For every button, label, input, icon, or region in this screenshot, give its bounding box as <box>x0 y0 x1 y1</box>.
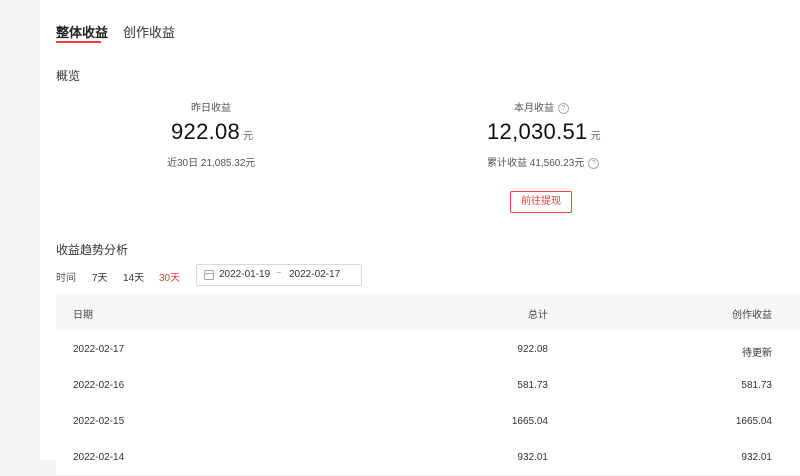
yesterday-amount: 922.08 <box>171 119 241 144</box>
month-value: 12,030.51 元 <box>487 119 601 145</box>
date-separator: ~ <box>276 268 282 279</box>
month-unit: 元 <box>590 131 601 142</box>
table-row: 2022-02-14 932.01 932.01 <box>56 439 800 476</box>
total-earnings-text: 累计收益 41,560.23元 <box>487 158 585 169</box>
yesterday-unit: 元 <box>243 131 254 142</box>
table-row: 2022-02-16 581.73 581.73 <box>56 367 800 404</box>
row-total: 932.01 <box>517 452 548 463</box>
row-total: 922.08 <box>517 344 548 355</box>
trend-title: 收益趋势分析 <box>56 243 129 257</box>
start-date[interactable]: 2022-01-19 <box>219 269 270 280</box>
yesterday-label: 昨日收益 <box>191 103 231 114</box>
month-amount: 12,030.51 <box>487 119 588 144</box>
range-14-days[interactable]: 14天 <box>123 269 144 284</box>
tab-creation-earnings[interactable]: 创作收益 <box>123 22 175 41</box>
range-30-days[interactable]: 30天 <box>159 269 180 284</box>
yesterday-value: 922.08 元 <box>171 119 253 145</box>
end-date[interactable]: 2022-02-17 <box>289 269 340 280</box>
range-7-days[interactable]: 7天 <box>92 269 108 284</box>
month-label: 本月收益? <box>514 99 569 114</box>
row-total: 1665.04 <box>511 416 548 427</box>
tab-overall-earnings[interactable]: 整体收益 <box>56 22 108 41</box>
active-tab-indicator <box>56 41 101 43</box>
help-icon[interactable]: ? <box>588 158 600 169</box>
last-30-days-earnings: 近30日 21,085.32元 <box>167 158 256 169</box>
row-date: 2022-02-15 <box>73 416 125 427</box>
column-date: 日期 <box>73 310 93 321</box>
row-creation-earnings: 932.01 <box>741 452 772 463</box>
calendar-icon <box>204 270 214 280</box>
range-label: 时间 <box>56 273 76 284</box>
help-icon[interactable]: ? <box>558 103 569 114</box>
row-date: 2022-02-16 <box>73 380 125 391</box>
overview-title: 概览 <box>56 69 81 83</box>
total-earnings: 累计收益 41,560.23元? <box>487 154 600 169</box>
row-creation-earnings: 581.73 <box>741 380 772 391</box>
row-creation-earnings: 1665.04 <box>735 416 772 427</box>
month-label-text: 本月收益 <box>514 103 554 114</box>
row-creation-earnings: 待更新 <box>742 348 772 359</box>
date-range-picker[interactable]: 2022-01-19 ~ 2022-02-17 <box>196 264 362 286</box>
table-header: 日期 总计 创作收益 <box>56 294 800 330</box>
row-date: 2022-02-14 <box>73 452 125 463</box>
row-date: 2022-02-17 <box>73 344 125 355</box>
table-row: 2022-02-17 922.08 待更新 <box>56 331 800 368</box>
column-creation-earnings: 创作收益 <box>732 310 772 321</box>
table-row: 2022-02-15 1665.04 1665.04 <box>56 403 800 440</box>
row-total: 581.73 <box>517 380 548 391</box>
withdraw-button[interactable]: 前往提现 <box>510 191 572 213</box>
column-total: 总计 <box>528 310 548 321</box>
